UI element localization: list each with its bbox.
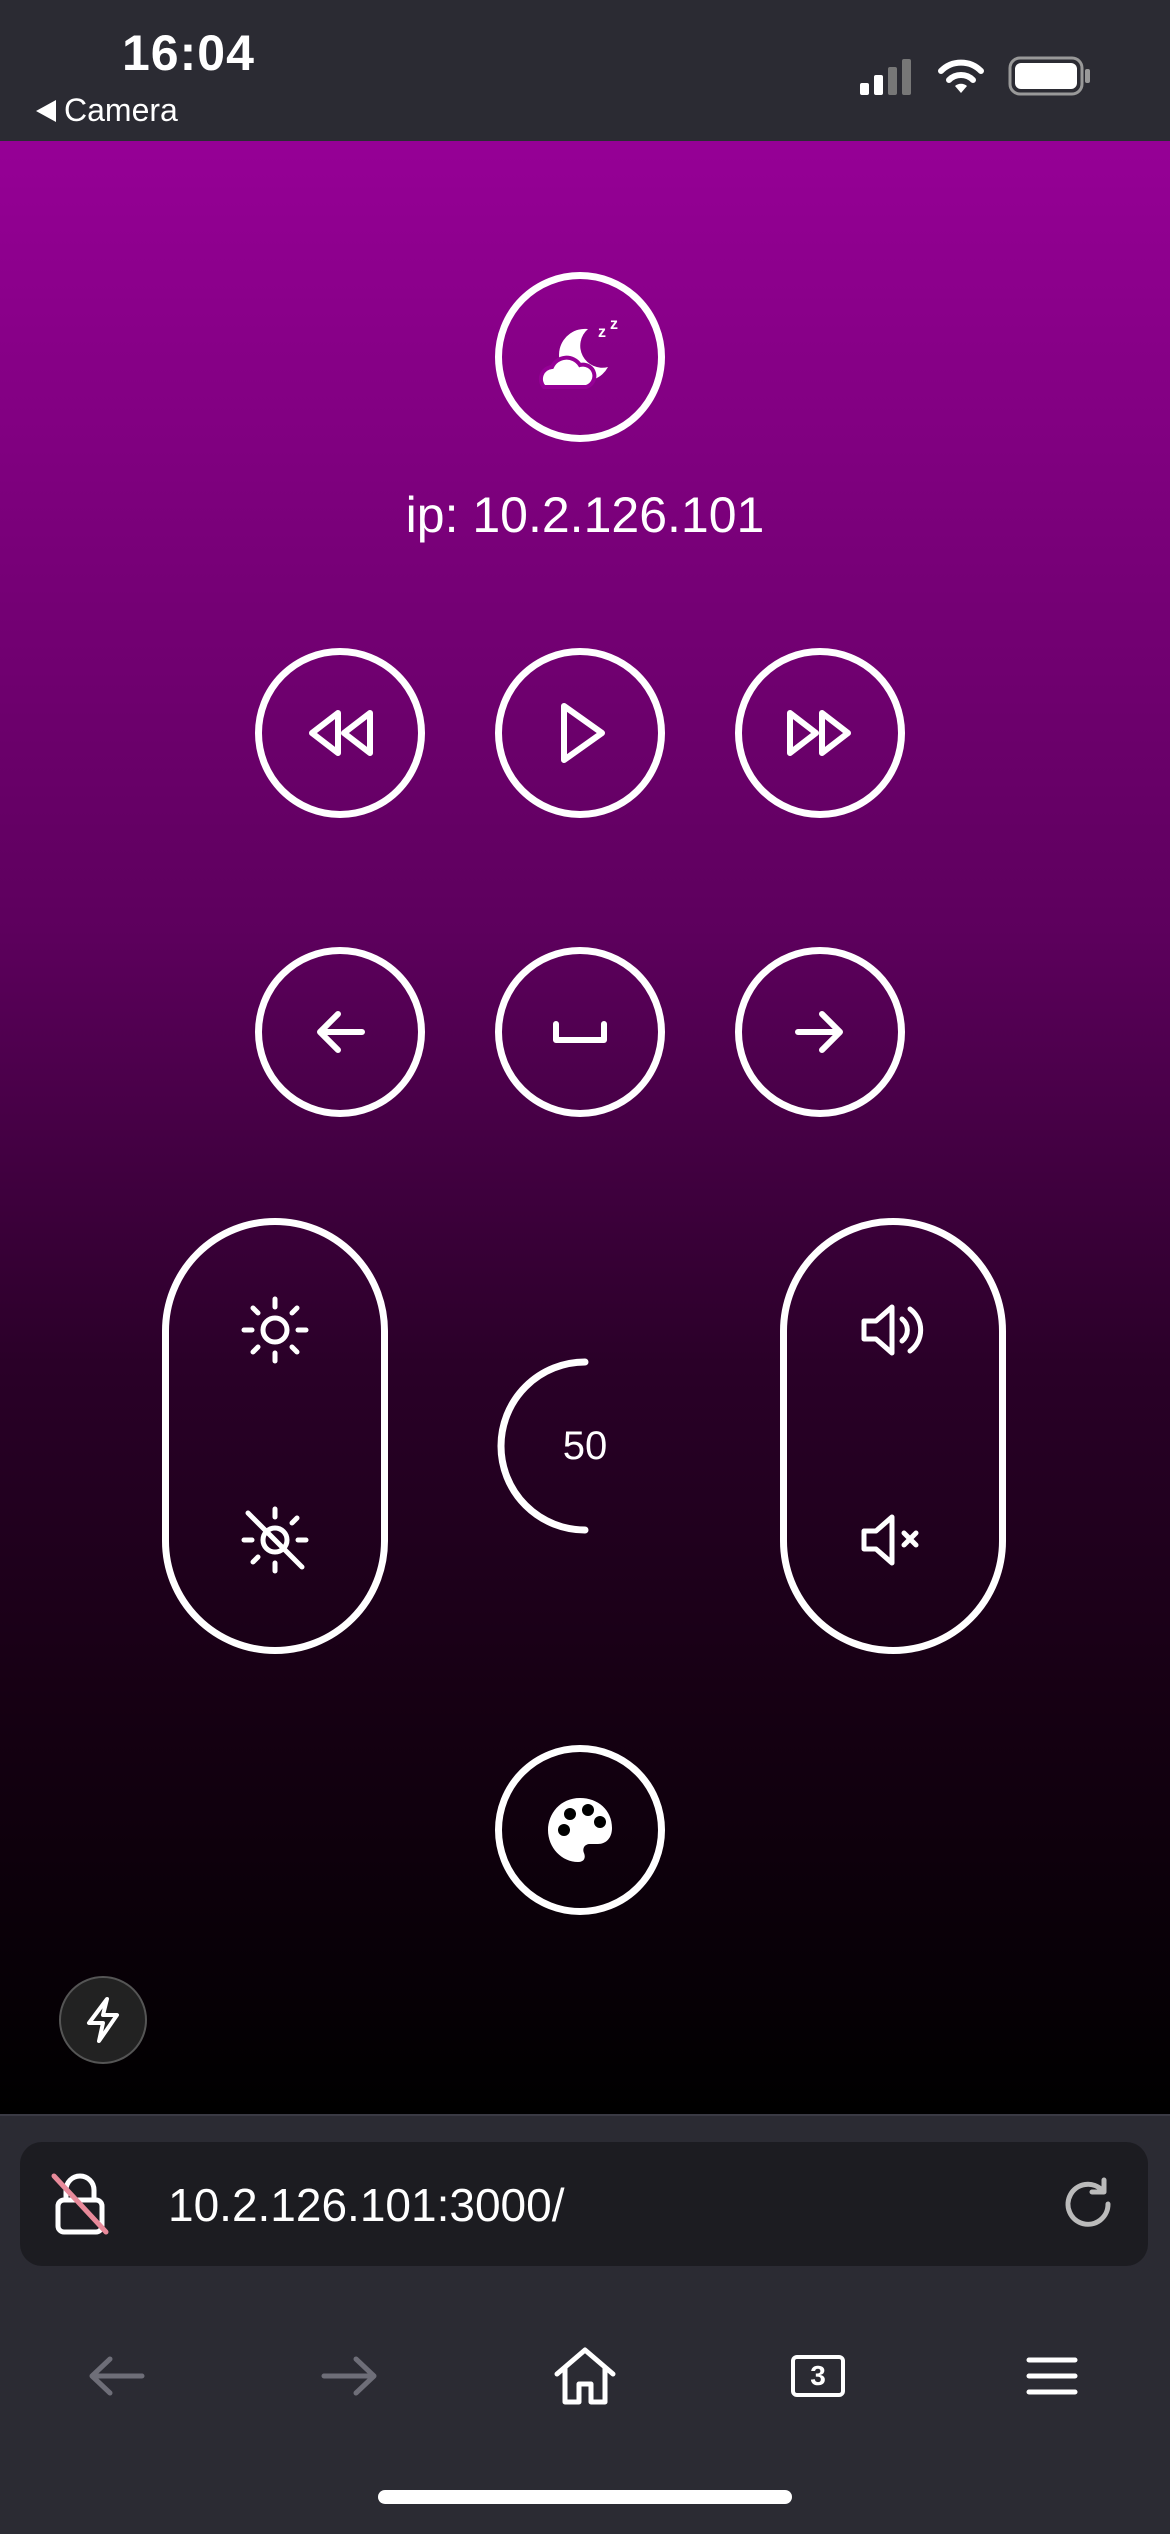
fast-forward-icon: [787, 710, 851, 756]
palette-button[interactable]: [495, 1745, 665, 1915]
browser-nav: 3: [0, 2326, 1170, 2426]
volume-control: [780, 1218, 1006, 1654]
forward-button[interactable]: [300, 2326, 400, 2426]
flash-button[interactable]: [59, 1976, 147, 2064]
reload-icon[interactable]: [1058, 2174, 1118, 2234]
rewind-button[interactable]: [255, 648, 425, 818]
mute-button[interactable]: [787, 1505, 999, 1575]
arrow-forward-icon: [321, 2356, 377, 2396]
gauge-value: 50: [562, 1423, 608, 1468]
space-bar-icon: [553, 1021, 607, 1043]
address-bar[interactable]: 10.2.126.101:3000/: [20, 2142, 1148, 2266]
back-triangle-icon: [36, 99, 56, 122]
volume-up-button[interactable]: [787, 1295, 999, 1365]
remote-app: z z ip: 10.2.126.101 50: [0, 141, 1170, 2114]
fast-forward-button[interactable]: [735, 648, 905, 818]
brightness-control: [162, 1218, 388, 1654]
status-bar: 16:04 Camera: [0, 0, 1170, 141]
arrow-left-button[interactable]: [255, 947, 425, 1117]
arrow-left-icon: [317, 1011, 365, 1053]
palette-icon: [548, 1798, 612, 1862]
brightness-gauge: 50: [485, 1346, 685, 1546]
arrow-right-icon: [795, 1011, 843, 1053]
ip-label: ip: 10.2.126.101: [405, 487, 765, 543]
menu-button[interactable]: [1002, 2326, 1102, 2426]
brightness-off-button[interactable]: [169, 1505, 381, 1575]
space-button[interactable]: [495, 947, 665, 1117]
back-button[interactable]: [66, 2326, 166, 2426]
play-button[interactable]: [495, 648, 665, 818]
svg-text:z: z: [598, 324, 606, 341]
back-label: Camera: [64, 92, 178, 128]
sleep-button[interactable]: z z: [495, 272, 665, 442]
home-button[interactable]: [535, 2326, 635, 2426]
rewind-icon: [309, 710, 373, 756]
status-time: 16:04: [122, 25, 255, 81]
sun-icon: [241, 1296, 309, 1364]
lightning-icon: [87, 1997, 119, 2043]
sun-off-icon: [241, 1506, 309, 1574]
brightness-up-button[interactable]: [169, 1295, 381, 1365]
tabs-button[interactable]: 3: [768, 2326, 868, 2426]
browser-toolbar: 10.2.126.101:3000/ 3: [0, 2114, 1170, 2534]
status-icons: [858, 56, 1092, 96]
svg-text:z: z: [610, 316, 618, 333]
battery-icon: [1008, 56, 1090, 96]
moon-cloud-sleep-icon: z z: [538, 316, 618, 389]
tab-count: 3: [791, 2355, 845, 2397]
play-icon: [561, 703, 605, 763]
volume-mute-icon: [861, 1514, 919, 1566]
cellular-signal-icon: [860, 59, 911, 95]
volume-up-icon: [861, 1304, 924, 1356]
home-indicator: [378, 2490, 792, 2504]
wifi-icon: [938, 59, 984, 93]
url-text: 10.2.126.101:3000/: [168, 2179, 565, 2231]
insecure-lock-icon: [51, 2173, 109, 2235]
arrow-back-icon: [89, 2356, 145, 2396]
home-icon: [554, 2347, 616, 2405]
hamburger-menu-icon: [1026, 2357, 1078, 2395]
arrow-right-button[interactable]: [735, 947, 905, 1117]
back-to-camera-button[interactable]: Camera: [36, 92, 178, 129]
